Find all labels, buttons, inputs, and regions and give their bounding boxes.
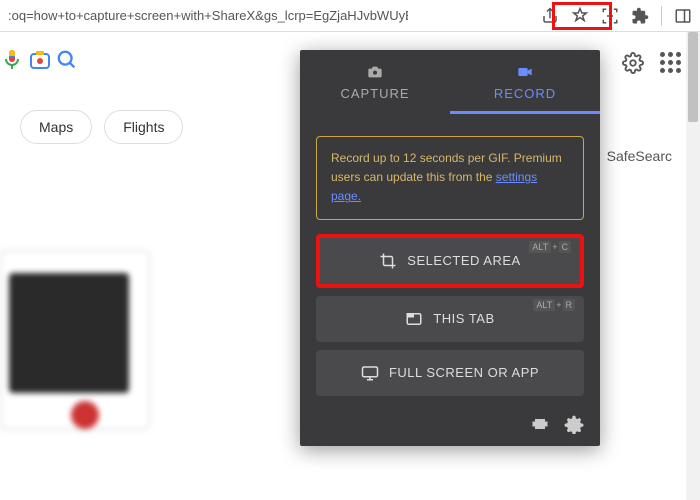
- selected-area-button[interactable]: ALT+C SELECTED AREA: [316, 234, 584, 288]
- panel-icon[interactable]: [674, 7, 692, 25]
- browser-actions: [541, 6, 692, 26]
- chip-maps[interactable]: Maps: [20, 110, 92, 144]
- bookmark-star-icon[interactable]: [571, 7, 589, 25]
- shortcut-badge: ALT+R: [532, 300, 576, 310]
- popup-footer: [300, 404, 600, 446]
- tab-capture-label: CAPTURE: [340, 86, 409, 101]
- capture-extension-icon[interactable]: [601, 7, 619, 25]
- video-icon: [515, 64, 535, 80]
- preview-dark-region: [9, 273, 129, 393]
- scrollbar[interactable]: [686, 32, 700, 500]
- settings-gear-icon[interactable]: [622, 52, 644, 74]
- apps-grid-icon[interactable]: [660, 52, 682, 74]
- full-screen-button[interactable]: FULL SCREEN OR APP: [316, 350, 584, 396]
- this-tab-button[interactable]: ALT+R THIS TAB: [316, 296, 584, 342]
- browser-address-bar: :oq=how+to+capture+screen+with+ShareX&gs…: [0, 0, 700, 32]
- selected-area-label: SELECTED AREA: [407, 253, 520, 268]
- divider: [661, 6, 662, 26]
- preview-thumbnail: [0, 250, 150, 430]
- voice-search-icon[interactable]: [0, 48, 24, 72]
- crop-icon: [379, 252, 397, 270]
- popup-tabs: CAPTURE RECORD: [300, 50, 600, 114]
- preview-red-dot: [71, 401, 99, 429]
- url-text: :oq=how+to+capture+screen+with+ShareX&gs…: [8, 8, 408, 23]
- tab-capture[interactable]: CAPTURE: [300, 50, 450, 114]
- search-icons: [0, 48, 78, 72]
- share-icon[interactable]: [541, 7, 559, 25]
- search-icon[interactable]: [56, 49, 78, 71]
- premium-notice: Record up to 12 seconds per GIF. Premium…: [316, 136, 584, 220]
- capture-extension-popup: CAPTURE RECORD Record up to 12 seconds p…: [300, 50, 600, 446]
- full-screen-label: FULL SCREEN OR APP: [389, 365, 539, 380]
- monitor-icon: [361, 364, 379, 382]
- this-tab-label: THIS TAB: [433, 311, 494, 326]
- right-toolbar: [622, 52, 682, 74]
- scrollbar-thumb[interactable]: [688, 32, 698, 122]
- popup-settings-icon[interactable]: [564, 414, 584, 434]
- tab-record[interactable]: RECORD: [450, 50, 600, 114]
- shortcut-badge: ALT+C: [528, 242, 572, 252]
- chip-flights[interactable]: Flights: [104, 110, 183, 144]
- recordings-icon[interactable]: [530, 414, 550, 434]
- camera-icon: [365, 64, 385, 80]
- tab-icon: [405, 310, 423, 328]
- lens-icon[interactable]: [28, 48, 52, 72]
- safesearch-link[interactable]: SafeSearc: [607, 148, 672, 164]
- extensions-puzzle-icon[interactable]: [631, 7, 649, 25]
- tab-record-label: RECORD: [494, 86, 556, 101]
